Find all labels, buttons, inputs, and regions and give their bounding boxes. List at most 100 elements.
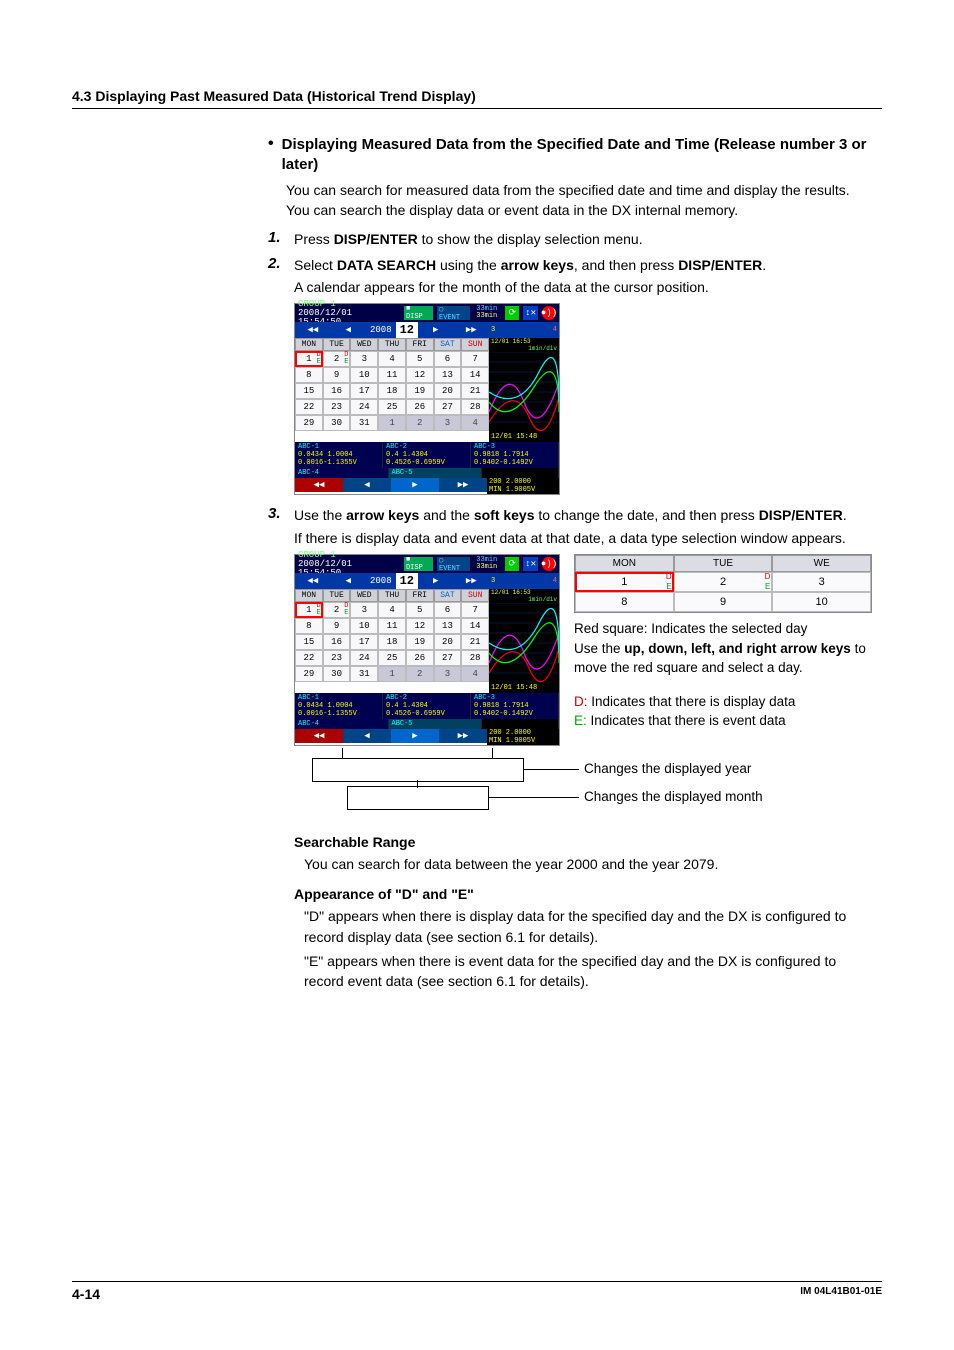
step-number: 2 <box>268 255 294 272</box>
calendar-day[interactable]: 10 <box>350 367 378 383</box>
calendar-day[interactable]: 30 <box>323 415 351 431</box>
calendar-day[interactable]: 4 <box>461 415 489 431</box>
annot-red-square: Red square: Indicates the selected day <box>574 619 872 639</box>
calendar-day[interactable]: 22 <box>295 399 323 415</box>
calendar-day[interactable]: 6 <box>434 602 462 618</box>
calendar-day[interactable]: 6 <box>434 351 462 367</box>
calendar-day[interactable]: 5 <box>406 602 434 618</box>
softkey-2[interactable]: ◀ <box>343 478 391 492</box>
calendar-day[interactable]: 1DE <box>295 351 323 367</box>
calendar-day[interactable]: 29 <box>295 415 323 431</box>
calendar-day[interactable]: 2 <box>406 666 434 682</box>
calendar-day[interactable]: 13 <box>434 618 462 634</box>
calendar-day[interactable]: 30 <box>323 666 351 682</box>
calendar-day[interactable]: 31 <box>350 666 378 682</box>
calendar-day[interactable]: 20 <box>434 383 462 399</box>
calendar-day[interactable]: 17 <box>350 634 378 650</box>
month-label: 12 <box>396 322 418 338</box>
calendar-day[interactable]: 17 <box>350 383 378 399</box>
doc-number: IM 04L41B01-01E <box>800 1286 882 1302</box>
calendar-day[interactable]: 4 <box>461 666 489 682</box>
calendar-day[interactable]: 7 <box>461 602 489 618</box>
softkey-2[interactable]: ◀ <box>343 729 391 743</box>
calendar-day[interactable]: 5 <box>406 351 434 367</box>
calendar-day[interactable]: 12 <box>406 618 434 634</box>
calendar-day[interactable]: 8 <box>295 618 323 634</box>
year-prev-fast[interactable]: ◀◀ <box>295 322 331 338</box>
year-prev[interactable]: ◀ <box>331 573 367 589</box>
softkey-4[interactable]: ▶▶ <box>439 478 487 492</box>
calendar-day[interactable]: 1DE <box>295 602 323 618</box>
calendar-day[interactable]: 31 <box>350 415 378 431</box>
step-body: Select DATA SEARCH using the arrow keys,… <box>294 255 872 298</box>
callout-box-year <box>312 758 524 782</box>
softkey-1[interactable]: ◀◀ <box>295 478 343 492</box>
calendar-day[interactable]: 26 <box>406 399 434 415</box>
calendar-day[interactable]: 2DE <box>323 351 351 367</box>
softkey-3[interactable]: ▶ <box>391 729 439 743</box>
calendar-day[interactable]: 23 <box>323 650 351 666</box>
calendar-day[interactable]: 19 <box>406 634 434 650</box>
calendar-day[interactable]: 19 <box>406 383 434 399</box>
calendar-day[interactable]: 21 <box>461 383 489 399</box>
calendar-day[interactable]: 28 <box>461 650 489 666</box>
calendar-day[interactable]: 4 <box>378 602 406 618</box>
calendar-day[interactable]: 27 <box>434 399 462 415</box>
year-next[interactable]: ▶ <box>418 322 454 338</box>
mini-trend-chart: 3412/01 16:531min/div12/01 15:48 <box>489 573 559 693</box>
calendar-day[interactable]: 11 <box>378 367 406 383</box>
calendar-day[interactable]: 14 <box>461 618 489 634</box>
calendar-day[interactable]: 18 <box>378 634 406 650</box>
calendar-day[interactable]: 2 <box>406 415 434 431</box>
calendar-day[interactable]: 22 <box>295 650 323 666</box>
softkey-1[interactable]: ◀◀ <box>295 729 343 743</box>
calendar-day[interactable]: 24 <box>350 399 378 415</box>
calendar-day[interactable]: 11 <box>378 618 406 634</box>
calendar-day[interactable]: 15 <box>295 383 323 399</box>
calendar-day[interactable]: 12 <box>406 367 434 383</box>
year-next[interactable]: ▶ <box>418 573 454 589</box>
calendar-day[interactable]: 9 <box>323 618 351 634</box>
calendar-day[interactable]: 18 <box>378 383 406 399</box>
calendar-day[interactable]: 28 <box>461 399 489 415</box>
calendar-day[interactable]: 15 <box>295 634 323 650</box>
year-next-fast[interactable]: ▶▶ <box>454 573 490 589</box>
calendar-day[interactable]: 13 <box>434 367 462 383</box>
calendar-day[interactable]: 16 <box>323 634 351 650</box>
calendar-day[interactable]: 16 <box>323 383 351 399</box>
calendar-day[interactable]: 14 <box>461 367 489 383</box>
callout-box-month <box>347 786 489 810</box>
year-next-fast[interactable]: ▶▶ <box>454 322 490 338</box>
calendar-day[interactable]: 8 <box>295 367 323 383</box>
calendar-day[interactable]: 1 <box>378 666 406 682</box>
calendar-day[interactable]: 3 <box>350 602 378 618</box>
calendar-day[interactable]: 10 <box>350 618 378 634</box>
calendar-day[interactable]: 3 <box>434 415 462 431</box>
year-prev[interactable]: ◀ <box>331 322 367 338</box>
calendar-day[interactable]: 24 <box>350 650 378 666</box>
calendar-day[interactable]: 26 <box>406 650 434 666</box>
calendar-day[interactable]: 27 <box>434 650 462 666</box>
softkey-3[interactable]: ▶ <box>391 478 439 492</box>
calendar-day[interactable]: 25 <box>378 399 406 415</box>
calendar-day[interactable]: 2DE <box>323 602 351 618</box>
calendar-day[interactable]: 21 <box>461 634 489 650</box>
calendar-day[interactable]: 3 <box>350 351 378 367</box>
calendar-day[interactable]: 3 <box>434 666 462 682</box>
appearance-d-body: "D" appears when there is display data f… <box>304 906 872 947</box>
callout-year-label: Changes the displayed year <box>584 761 751 776</box>
appearance-de-head: Appearance of "D" and "E" <box>294 886 872 902</box>
calendar-day[interactable]: 7 <box>461 351 489 367</box>
recorder-display: GROUP 12008/12/01 15:54:50■ DISP◯ EVENT3… <box>294 554 560 746</box>
year-label: 2008 <box>366 573 396 589</box>
calendar-day[interactable]: 4 <box>378 351 406 367</box>
calendar-day[interactable]: 29 <box>295 666 323 682</box>
step-body: Press DISP/ENTER to show the display sel… <box>294 229 872 249</box>
calendar-day[interactable]: 1 <box>378 415 406 431</box>
softkey-4[interactable]: ▶▶ <box>439 729 487 743</box>
calendar-day[interactable]: 9 <box>323 367 351 383</box>
calendar-day[interactable]: 25 <box>378 650 406 666</box>
calendar-day[interactable]: 23 <box>323 399 351 415</box>
calendar-day[interactable]: 20 <box>434 634 462 650</box>
year-prev-fast[interactable]: ◀◀ <box>295 573 331 589</box>
